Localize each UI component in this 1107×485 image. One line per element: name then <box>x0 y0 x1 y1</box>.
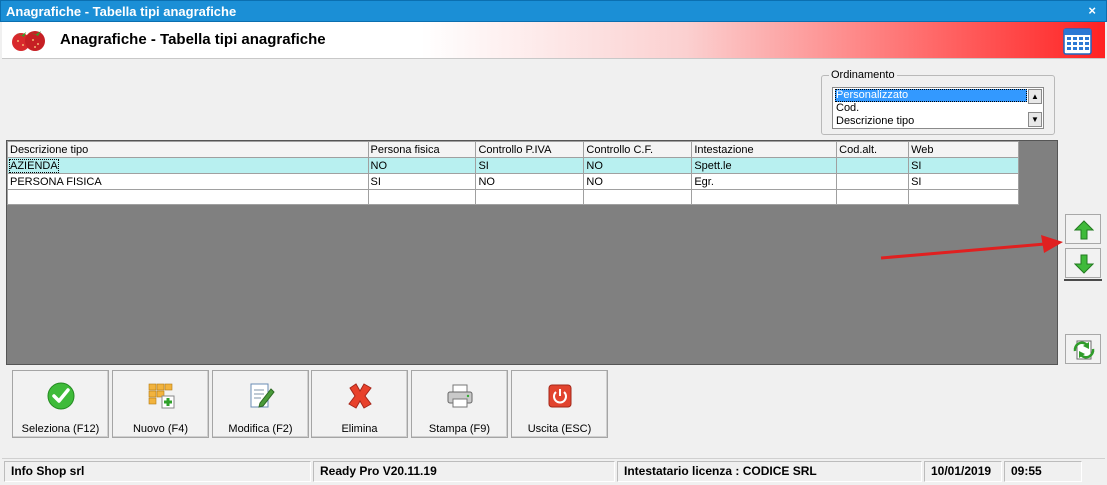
table-cell[interactable]: Spett.le <box>691 157 838 174</box>
table-cell[interactable]: NO <box>367 157 477 174</box>
table-cell[interactable]: Egr. <box>691 173 838 190</box>
nuovo-label: Nuovo (F4) <box>132 423 189 435</box>
refresh-button[interactable] <box>1065 334 1101 364</box>
table-cell[interactable] <box>7 189 369 205</box>
stampa-button[interactable]: Stampa (F9) <box>411 370 508 438</box>
seleziona-label: Seleziona (F12) <box>21 423 100 435</box>
delete-icon <box>348 383 372 409</box>
table-cell[interactable] <box>691 189 838 205</box>
scroll-up-icon[interactable]: ▲ <box>1028 89 1042 104</box>
table-cell[interactable]: NO <box>583 173 693 190</box>
refresh-icon <box>1073 340 1095 360</box>
table-row[interactable]: AZIENDA NO SI NO Spett.le SI <box>7 157 1019 174</box>
calendar-icon[interactable] <box>1063 28 1092 55</box>
table-cell[interactable]: PERSONA FISICA <box>7 173 369 190</box>
listbox-scrollbar[interactable]: ▲ ▼ <box>1028 89 1042 127</box>
column-header[interactable]: Controllo P.IVA <box>475 141 585 158</box>
column-header[interactable]: Descrizione tipo <box>7 141 369 158</box>
page-title: Anagrafiche - Tabella tipi anagrafiche <box>60 31 326 48</box>
status-license: Intestatario licenza : CODICE SRL <box>617 461 922 482</box>
ordinamento-legend: Ordinamento <box>829 69 897 81</box>
status-bar: Info Shop srl Ready Pro V20.11.19 Intest… <box>2 458 1105 483</box>
table-row[interactable] <box>7 189 1019 205</box>
check-icon <box>47 382 75 410</box>
header-banner: Anagrafiche - Tabella tipi anagrafiche <box>2 22 1105 59</box>
modifica-label: Modifica (F2) <box>228 423 293 435</box>
edit-icon <box>250 383 275 408</box>
status-date: 10/01/2019 <box>924 461 1002 482</box>
ordinamento-option[interactable]: Descrizione tipo <box>835 115 1027 128</box>
window-title: Anagrafiche - Tabella tipi anagrafiche <box>6 4 237 19</box>
column-header[interactable]: Controllo C.F. <box>583 141 693 158</box>
modifica-button[interactable]: Modifica (F2) <box>212 370 309 438</box>
printer-icon <box>447 384 473 408</box>
table-cell[interactable]: SI <box>908 157 1019 174</box>
table-cell[interactable]: SI <box>367 173 477 190</box>
grid-header-row: Descrizione tipo Persona fisica Controll… <box>7 141 1019 158</box>
power-icon <box>548 384 572 408</box>
table-row[interactable]: PERSONA FISICA SI NO NO Egr. SI <box>7 173 1019 190</box>
strawberry-icon <box>12 31 45 51</box>
table-cell[interactable] <box>583 189 693 205</box>
table-cell[interactable]: NO <box>583 157 693 174</box>
status-version: Ready Pro V20.11.19 <box>313 461 615 482</box>
data-grid[interactable]: Descrizione tipo Persona fisica Controll… <box>7 141 1019 205</box>
annotation-arrow-icon <box>880 235 1063 260</box>
ordinamento-group: Ordinamento Personalizzato Cod. Descrizi… <box>821 69 1055 135</box>
table-cell[interactable] <box>836 189 910 205</box>
new-grid-icon <box>148 383 175 409</box>
table-cell[interactable] <box>836 157 910 174</box>
uscita-label: Uscita (ESC) <box>527 423 592 435</box>
elimina-label: Elimina <box>341 423 378 435</box>
arrow-down-icon <box>1074 254 1094 274</box>
column-header[interactable]: Intestazione <box>691 141 838 158</box>
status-company: Info Shop srl <box>4 461 311 482</box>
nuovo-button[interactable]: Nuovo (F4) <box>112 370 209 438</box>
ordinamento-option[interactable]: Personalizzato <box>835 89 1027 102</box>
table-cell[interactable]: SI <box>908 173 1019 190</box>
table-cell[interactable] <box>836 173 910 190</box>
window-titlebar: Anagrafiche - Tabella tipi anagrafiche × <box>0 0 1107 22</box>
status-time: 09:55 <box>1004 461 1082 482</box>
close-button[interactable]: × <box>1088 3 1096 18</box>
table-cell[interactable] <box>908 189 1019 205</box>
table-cell[interactable] <box>475 189 585 205</box>
elimina-button[interactable]: Elimina <box>311 370 408 438</box>
column-header[interactable]: Persona fisica <box>367 141 477 158</box>
scroll-down-icon[interactable]: ▼ <box>1028 112 1042 127</box>
column-header[interactable]: Cod.alt. <box>836 141 910 158</box>
table-cell[interactable]: NO <box>475 173 585 190</box>
stampa-label: Stampa (F9) <box>428 423 491 435</box>
table-cell[interactable]: AZIENDA <box>7 157 369 174</box>
column-header[interactable]: Web <box>908 141 1019 158</box>
arrow-up-icon <box>1074 220 1094 240</box>
move-down-button[interactable] <box>1065 248 1101 278</box>
table-cell[interactable]: SI <box>475 157 585 174</box>
move-up-button[interactable] <box>1065 214 1101 244</box>
side-separator <box>1064 279 1102 281</box>
seleziona-button[interactable]: Seleziona (F12) <box>12 370 109 438</box>
ordinamento-option[interactable]: Cod. <box>835 102 1027 115</box>
uscita-button[interactable]: Uscita (ESC) <box>511 370 608 438</box>
table-cell[interactable] <box>367 189 477 205</box>
ordinamento-listbox[interactable]: Personalizzato Cod. Descrizione tipo ▲ ▼ <box>832 87 1044 129</box>
